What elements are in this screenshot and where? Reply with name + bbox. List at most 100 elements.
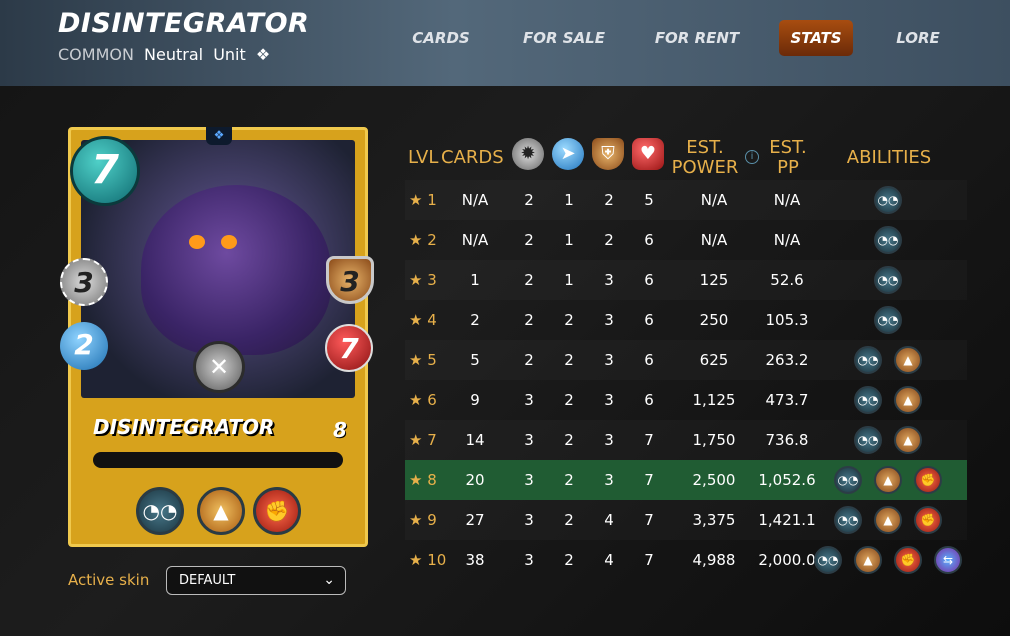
retaliate-ability-icon[interactable]: ⇆ xyxy=(934,546,962,574)
header-abilities: ABILITIES xyxy=(846,147,932,168)
tab-for-sale[interactable]: FOR SALE xyxy=(515,20,613,56)
melee-attack-icon: ✹ xyxy=(512,138,544,170)
table-row: ★ 4 2 2 2 3 6 250 105.3 ◔◔ xyxy=(405,300,967,340)
cell-pp: 2,000.0 xyxy=(758,551,816,569)
melee-stat: 3 xyxy=(60,258,108,306)
cell-cards: 9 xyxy=(470,391,480,409)
chevron-down-icon: ⌄ xyxy=(323,572,335,588)
header-est-pp-line2: PP xyxy=(777,157,799,178)
info-icon[interactable]: i xyxy=(745,150,759,164)
tab-cards[interactable]: CARDS xyxy=(405,20,477,56)
cell-cards: 27 xyxy=(465,511,485,529)
cell-power: 4,988 xyxy=(692,551,736,569)
cell-health: 7 xyxy=(644,511,654,529)
cell-melee: 2 xyxy=(524,271,534,289)
cell-speed: 1 xyxy=(564,191,574,209)
armor-icon: ⛨ xyxy=(592,138,624,170)
cell-lvl: ★ 6 xyxy=(409,391,437,409)
cell-lvl: ★ 8 xyxy=(409,471,437,489)
cell-armor: 4 xyxy=(604,511,614,529)
cell-pp: 1,052.6 xyxy=(758,471,816,489)
cell-power: N/A xyxy=(700,191,728,209)
cell-lvl: ★ 5 xyxy=(409,351,437,369)
tab-stats[interactable]: STATS xyxy=(779,20,853,56)
cell-armor: 4 xyxy=(604,551,614,569)
cell-power: 625 xyxy=(699,351,729,369)
card-level: 8 xyxy=(333,418,347,442)
cell-power: N/A xyxy=(700,231,728,249)
speed-icon: ➤ xyxy=(552,138,584,170)
cell-cards: 20 xyxy=(465,471,485,489)
cell-melee: 2 xyxy=(524,311,534,329)
punch-ability-icon[interactable]: ✊ xyxy=(914,506,942,534)
table-row: ★ 8 20 3 2 3 7 2,500 1,052.6 ◔◔ ▲ ✊ xyxy=(405,460,967,500)
crossed-swords-icon: ✕ xyxy=(193,341,245,393)
sneak-ability-icon[interactable]: ◔◔ xyxy=(854,346,882,374)
cell-pp: N/A xyxy=(773,191,801,209)
cell-lvl: ★ 10 xyxy=(409,551,447,569)
demoralize-ability-icon[interactable]: ▲ xyxy=(854,546,882,574)
sneak-ability-icon[interactable]: ◔◔ xyxy=(874,266,902,294)
cell-melee: 3 xyxy=(524,391,534,409)
sneak-ability-icon[interactable]: ◔◔ xyxy=(874,226,902,254)
table-row: ★ 7 14 3 2 3 7 1,750 736.8 ◔◔ ▲ xyxy=(405,420,967,460)
sneak-ability-icon[interactable]: ◔◔ xyxy=(814,546,842,574)
cell-cards: 2 xyxy=(470,311,480,329)
stats-table-header: LVL CARDS ✹ ➤ ⛨ ♥ EST. POWER i EST. PP A… xyxy=(405,132,967,180)
speed-stat: 2 xyxy=(60,322,108,370)
active-skin-label: Active skin xyxy=(68,571,150,589)
cell-speed: 2 xyxy=(564,311,574,329)
sneak-ability-icon[interactable]: ◔◔ xyxy=(834,506,862,534)
skin-select[interactable]: DEFAULT ⌄ xyxy=(166,566,346,595)
armor-stat: 3 xyxy=(326,256,374,304)
punch-ability-icon[interactable]: ✊ xyxy=(914,466,942,494)
cell-cards: 5 xyxy=(470,351,480,369)
cell-pp: 105.3 xyxy=(765,311,809,329)
cell-speed: 2 xyxy=(564,431,574,449)
sneak-ability-icon[interactable]: ◔◔ xyxy=(854,426,882,454)
card-name: DISINTEGRATOR xyxy=(93,415,275,439)
sneak-ability-icon[interactable]: ◔◔ xyxy=(874,186,902,214)
cell-pp: 736.8 xyxy=(765,431,809,449)
header-est-pp: EST. PP xyxy=(764,138,812,178)
sneak-ability-icon[interactable]: ◔◔ xyxy=(854,386,882,414)
cell-speed: 2 xyxy=(564,551,574,569)
gem-icon: ❖ xyxy=(206,127,232,145)
cell-lvl: ★ 2 xyxy=(409,231,437,249)
demoralize-ability-icon[interactable]: ▲ xyxy=(894,386,922,414)
table-row: ★ 5 5 2 2 3 6 625 263.2 ◔◔ ▲ xyxy=(405,340,967,380)
tab-nav: CARDS FOR SALE FOR RENT STATS LORE xyxy=(0,20,1010,56)
demoralize-ability-icon[interactable]: ▲ xyxy=(894,346,922,374)
cell-speed: 2 xyxy=(564,511,574,529)
demoralize-ability-icon[interactable]: ▲ xyxy=(874,466,902,494)
cell-pp: 263.2 xyxy=(765,351,809,369)
skin-select-value: DEFAULT xyxy=(179,573,236,588)
demoralize-ability-icon[interactable]: ▲ xyxy=(894,426,922,454)
punch-ability-icon[interactable]: ✊ xyxy=(894,546,922,574)
sneak-ability-icon[interactable]: ◔◔ xyxy=(874,306,902,334)
cell-speed: 2 xyxy=(564,351,574,369)
cell-melee: 3 xyxy=(524,511,534,529)
cell-cards: N/A xyxy=(461,191,489,209)
table-row: ★ 10 38 3 2 4 7 4,988 2,000.0 ◔◔ ▲ ✊ ⇆ xyxy=(405,540,967,580)
table-row: ★ 6 9 3 2 3 6 1,125 473.7 ◔◔ ▲ xyxy=(405,380,967,420)
sneak-ability-icon[interactable]: ◔◔ xyxy=(136,487,184,535)
cell-speed: 2 xyxy=(564,391,574,409)
sneak-ability-icon[interactable]: ◔◔ xyxy=(834,466,862,494)
tab-lore[interactable]: LORE xyxy=(886,20,950,56)
cell-cards: 38 xyxy=(465,551,485,569)
cell-pp: 473.7 xyxy=(765,391,809,409)
demoralize-ability-icon[interactable]: ▲ xyxy=(874,506,902,534)
cell-health: 6 xyxy=(644,231,654,249)
header-est-power: EST. POWER xyxy=(670,138,740,178)
header-cards: CARDS xyxy=(441,147,504,168)
cell-armor: 3 xyxy=(604,431,614,449)
table-row: ★ 2 N/A 2 1 2 6 N/A N/A ◔◔ xyxy=(405,220,967,260)
cell-melee: 3 xyxy=(524,431,534,449)
demoralize-ability-icon[interactable]: ▲ xyxy=(197,487,245,535)
cell-health: 5 xyxy=(644,191,654,209)
punch-ability-icon[interactable]: ✊ xyxy=(253,487,301,535)
tab-for-rent[interactable]: FOR RENT xyxy=(650,20,744,56)
header-est-power-line1: EST. xyxy=(686,137,724,158)
monster-eye xyxy=(189,235,205,249)
